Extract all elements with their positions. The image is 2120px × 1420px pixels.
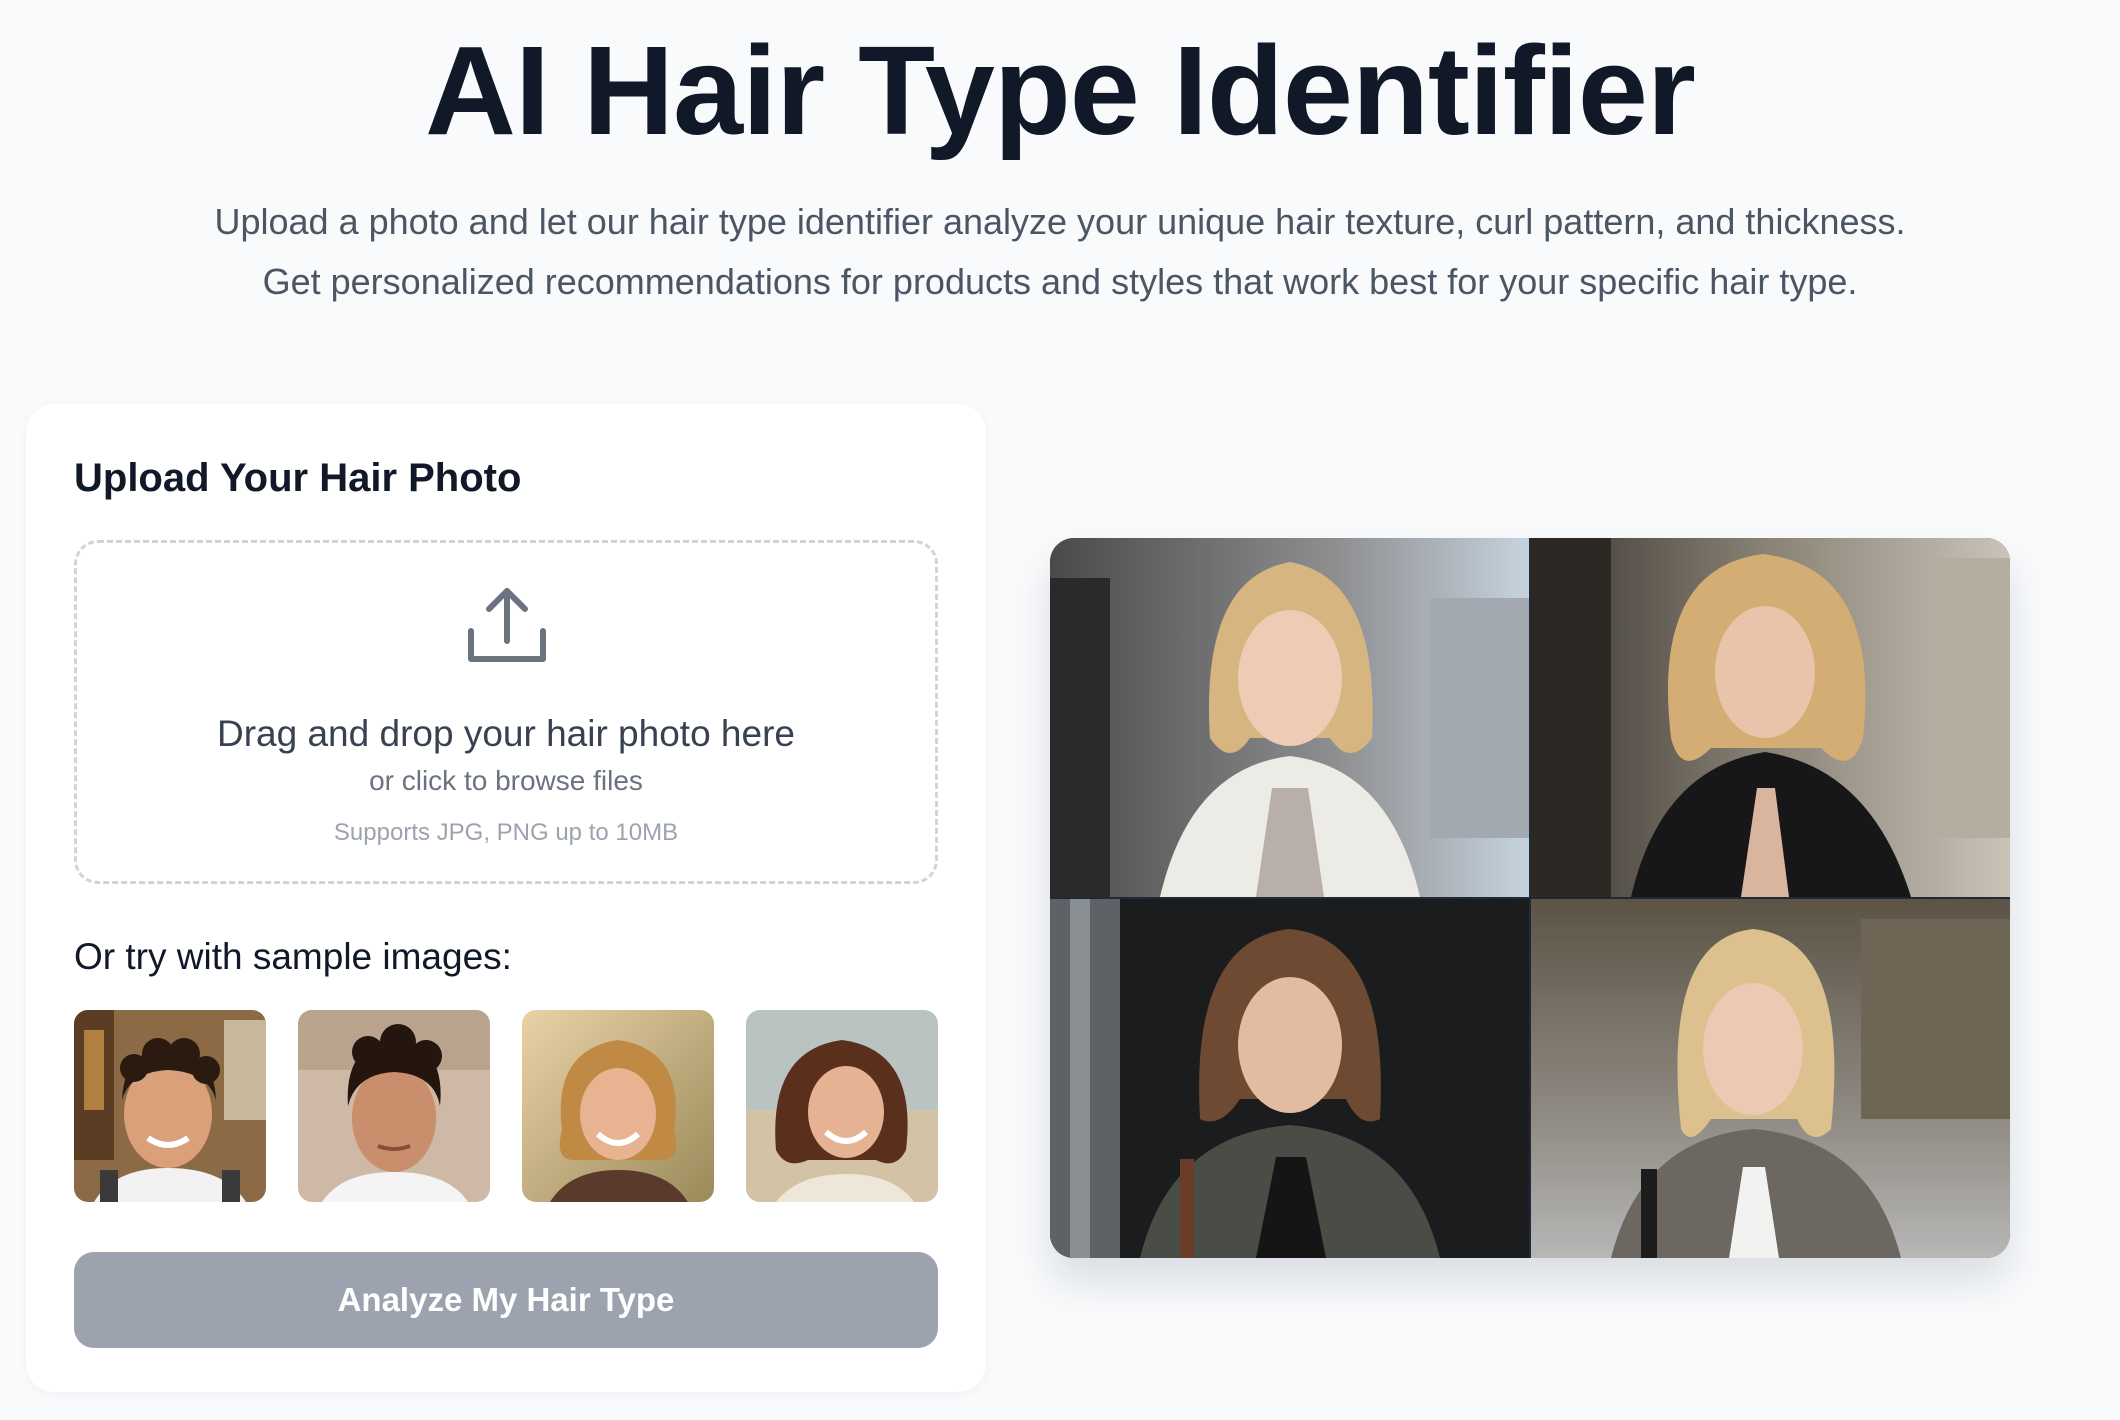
sample-image-2[interactable] bbox=[298, 1010, 490, 1202]
showcase-photo-4 bbox=[1531, 899, 2010, 1258]
upload-card: Upload Your Hair Photo Drag and drop you… bbox=[26, 404, 986, 1392]
sample-photo-2 bbox=[298, 1010, 490, 1202]
page: AI Hair Type Identifier Upload a photo a… bbox=[0, 0, 2120, 1420]
sample-photo-1 bbox=[74, 1010, 266, 1202]
analyze-button[interactable]: Analyze My Hair Type bbox=[74, 1252, 938, 1348]
showcase-tile-1 bbox=[1050, 538, 1529, 897]
description-line-1: Upload a photo and let our hair type ide… bbox=[214, 201, 1906, 242]
showcase-tile-4 bbox=[1531, 899, 2010, 1258]
dropzone-browse-text[interactable]: or click to browse files bbox=[77, 765, 935, 797]
sample-photo-4 bbox=[746, 1010, 938, 1202]
upload-icon bbox=[468, 588, 546, 662]
page-description: Upload a photo and let our hair type ide… bbox=[0, 192, 2120, 312]
sample-image-1[interactable] bbox=[74, 1010, 266, 1202]
showcase-photo-3 bbox=[1050, 899, 1529, 1258]
description-line-2: Get personalized recommendations for pro… bbox=[262, 261, 1858, 302]
sample-photo-3 bbox=[522, 1010, 714, 1202]
page-title: AI Hair Type Identifier bbox=[425, 20, 1696, 161]
sample-images-list bbox=[74, 1010, 938, 1202]
showcase-tile-2 bbox=[1531, 538, 2010, 897]
sample-image-4[interactable] bbox=[746, 1010, 938, 1202]
upload-card-title: Upload Your Hair Photo bbox=[74, 456, 522, 500]
dropzone-main-text: Drag and drop your hair photo here bbox=[217, 713, 795, 754]
dropzone-file-hint: Supports JPG, PNG up to 10MB bbox=[333, 819, 679, 846]
showcase-image-grid bbox=[1050, 538, 2010, 1258]
sample-images-title: Or try with sample images: bbox=[74, 936, 512, 977]
showcase-tile-3 bbox=[1050, 899, 1529, 1258]
sample-image-3[interactable] bbox=[522, 1010, 714, 1202]
showcase-photo-2 bbox=[1531, 538, 2010, 897]
showcase-photo-1 bbox=[1050, 538, 1529, 897]
upload-dropzone[interactable]: Drag and drop your hair photo here or cl… bbox=[74, 540, 938, 884]
